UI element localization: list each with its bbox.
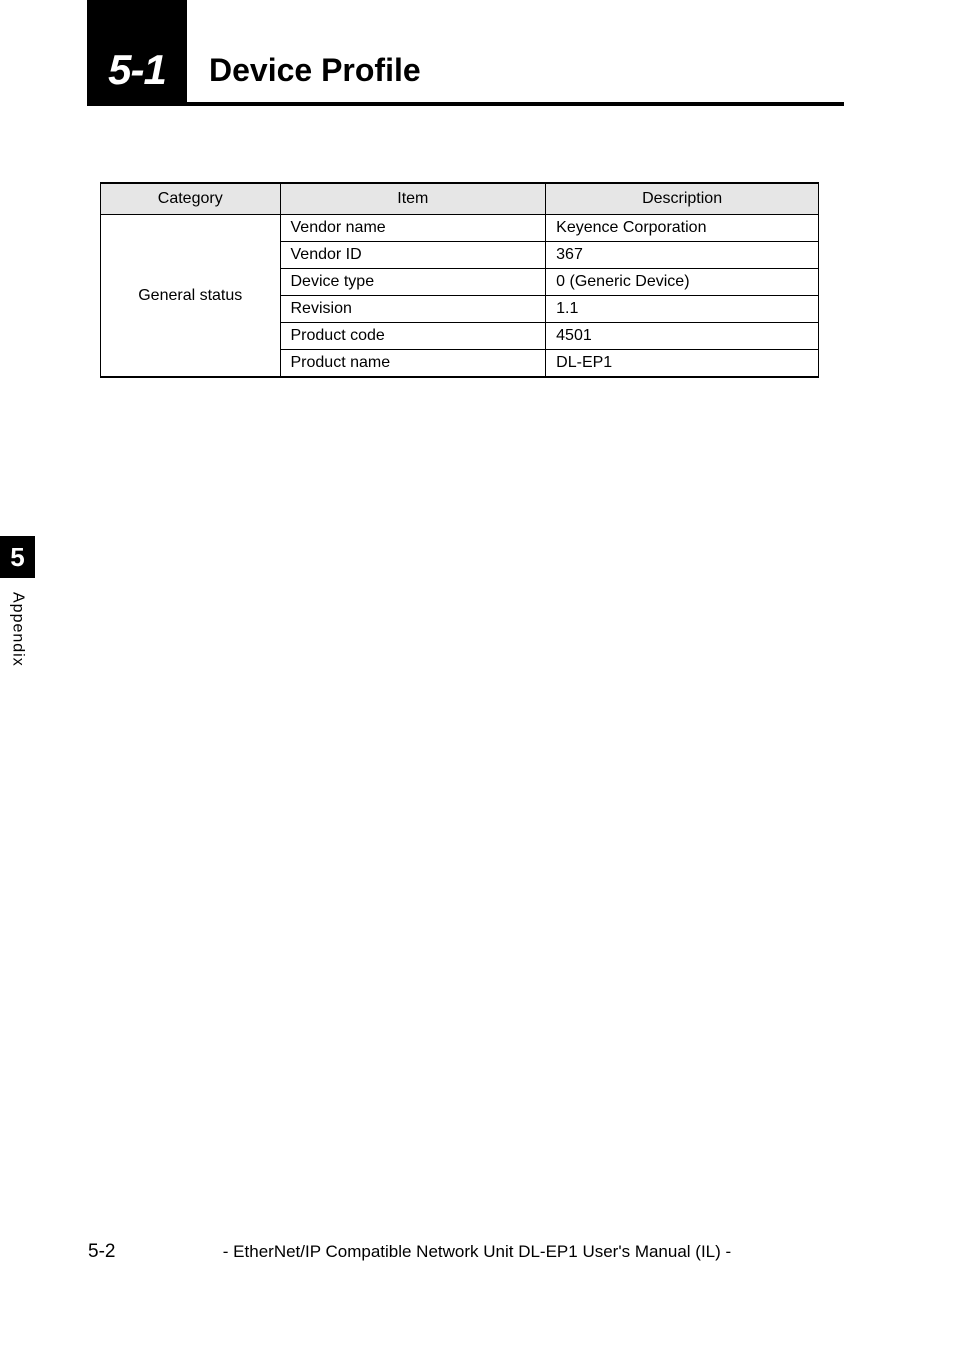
cell-item: Device type (280, 269, 546, 296)
cell-description: 0 (Generic Device) (546, 269, 819, 296)
cell-description: 4501 (546, 323, 819, 350)
cell-item: Product name (280, 350, 546, 378)
cell-description: DL-EP1 (546, 350, 819, 378)
section-number: 5-1 (108, 46, 166, 94)
page-footer: 5-2 - EtherNet/IP Compatible Network Uni… (0, 1242, 954, 1262)
table-header-row: Category Item Description (101, 183, 819, 215)
section-title: Device Profile (209, 52, 421, 89)
cell-item: Vendor ID (280, 242, 546, 269)
cell-item: Vendor name (280, 215, 546, 242)
cell-description: 367 (546, 242, 819, 269)
cell-category: General status (101, 215, 281, 378)
table-row: General status Vendor name Keyence Corpo… (101, 215, 819, 242)
header-top-tab (87, 0, 187, 38)
side-tab: 5 Appendix (0, 536, 35, 667)
cell-item: Product code (280, 323, 546, 350)
col-header-description: Description (546, 183, 819, 215)
cell-item: Revision (280, 296, 546, 323)
section-number-badge: 5-1 (87, 36, 187, 104)
side-tab-number: 5 (0, 536, 35, 578)
side-tab-label: Appendix (9, 592, 27, 667)
section-header: 5-1 Device Profile (87, 38, 844, 106)
col-header-category: Category (101, 183, 281, 215)
col-header-item: Item (280, 183, 546, 215)
device-profile-table: Category Item Description General status… (100, 182, 819, 378)
content-area: Category Item Description General status… (100, 182, 819, 378)
cell-description: Keyence Corporation (546, 215, 819, 242)
cell-description: 1.1 (546, 296, 819, 323)
footer-page-number: 5-2 (88, 1241, 115, 1263)
footer-manual-title: - EtherNet/IP Compatible Network Unit DL… (0, 1242, 954, 1262)
